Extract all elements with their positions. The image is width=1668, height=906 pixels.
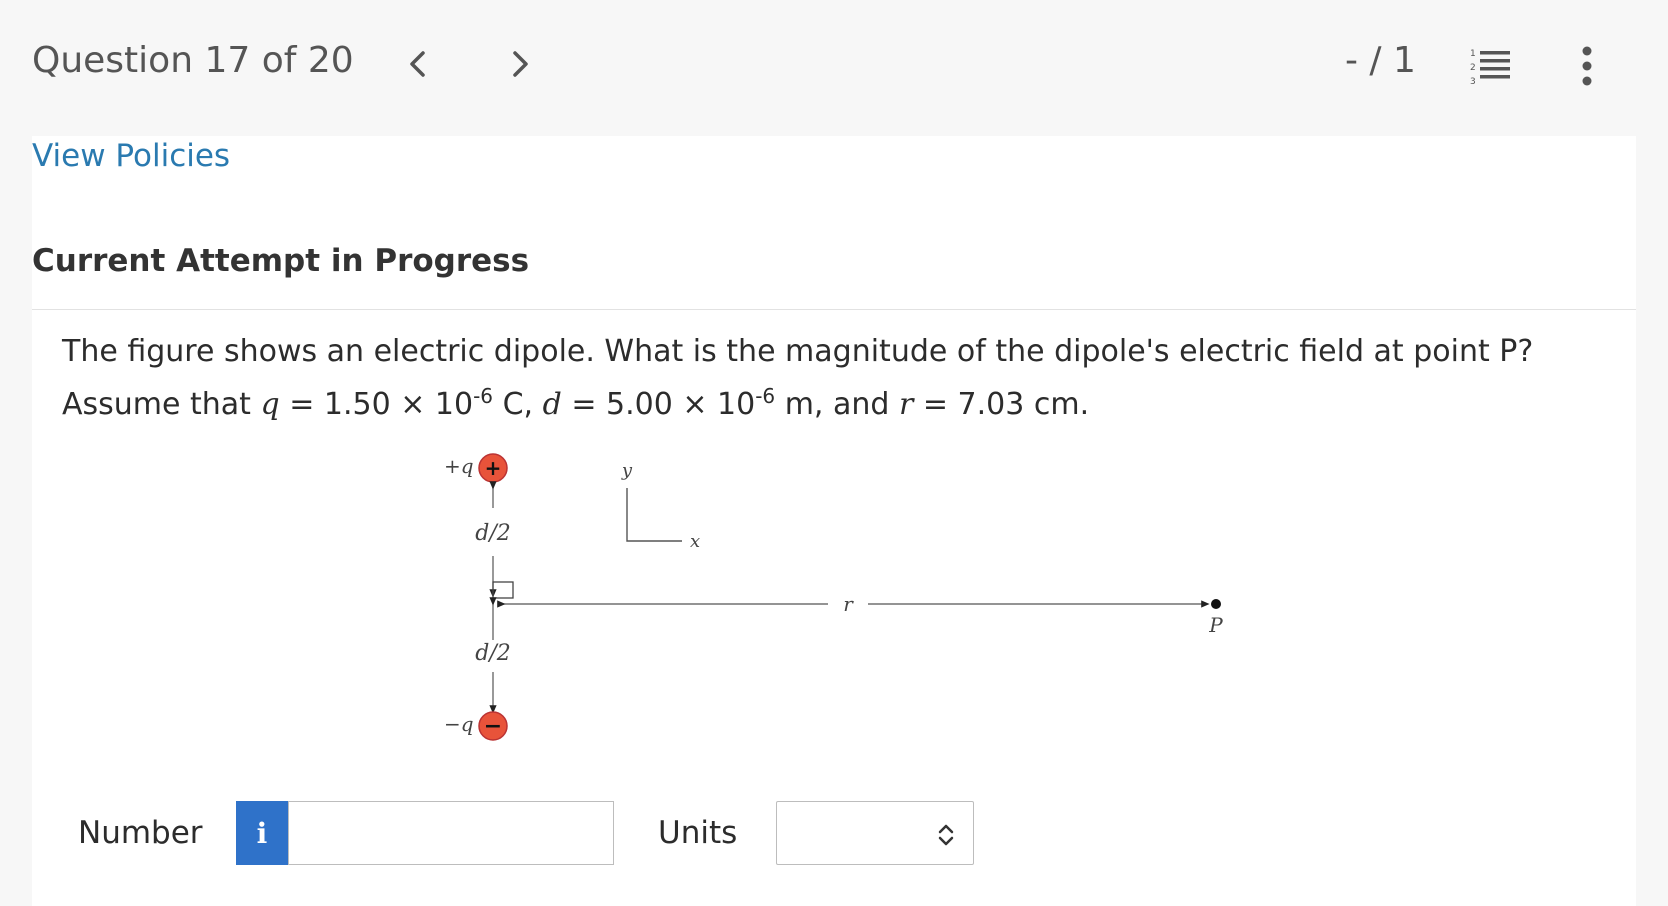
numbered-list-icon[interactable]: 1 2 3 — [1470, 46, 1512, 87]
svg-text:2: 2 — [1470, 63, 1476, 73]
question-text-part: = 5.00 × 10 — [561, 387, 756, 422]
svg-text:3: 3 — [1470, 77, 1476, 86]
minus-sign: − — [484, 714, 502, 739]
var-r: r — [898, 387, 914, 422]
half-d-bottom-label: d/2 — [475, 641, 511, 666]
question-title: Question 17 of 20 — [32, 40, 354, 81]
var-q: q — [260, 387, 280, 422]
question-text-part: = 7.03 cm. — [913, 387, 1090, 422]
units-select[interactable] — [776, 801, 974, 865]
dipole-figure: +q + d/2 d/2 −q − r P y x — [430, 448, 1240, 768]
number-input[interactable] — [288, 801, 614, 865]
y-axis-label: y — [621, 460, 633, 481]
select-updown-icon — [938, 824, 954, 846]
point-p — [1211, 599, 1221, 609]
top-bar: Question 17 of 20 - / 1 1 2 3 — [0, 0, 1668, 128]
info-icon[interactable]: i — [236, 801, 288, 865]
plus-sign: + — [485, 456, 502, 480]
question-text-part: = 1.50 × 10 — [279, 387, 474, 422]
divider — [32, 309, 1636, 310]
vertical-ellipsis-icon[interactable] — [1574, 44, 1600, 88]
half-d-top-label: d/2 — [475, 521, 511, 546]
score-display: - / 1 — [1345, 40, 1416, 81]
chevron-left-icon[interactable] — [398, 44, 438, 84]
number-label: Number — [78, 815, 203, 851]
var-d: d — [542, 387, 562, 422]
units-label: Units — [658, 815, 738, 851]
view-policies-link[interactable]: View Policies — [32, 138, 230, 174]
chevron-right-icon[interactable] — [500, 44, 540, 84]
question-text: The figure shows an electric dipole. Wha… — [62, 330, 1612, 427]
plus-q-label: +q — [444, 454, 474, 478]
exponent: -6 — [755, 384, 776, 408]
r-label: r — [843, 592, 854, 616]
question-text-part: C, — [493, 387, 543, 422]
p-label: P — [1208, 613, 1223, 637]
minus-q-label: −q — [444, 712, 474, 736]
x-axis-label: x — [690, 531, 700, 552]
exponent: -6 — [473, 384, 494, 408]
svg-text:1: 1 — [1470, 49, 1476, 59]
attempt-status-heading: Current Attempt in Progress — [32, 243, 530, 279]
question-text-part: m, and — [775, 387, 899, 422]
